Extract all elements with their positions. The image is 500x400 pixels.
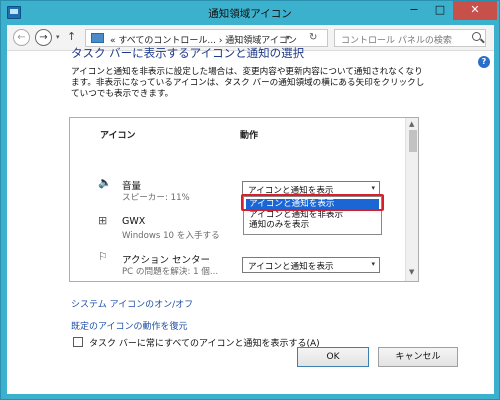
history-dropdown-icon[interactable]: ▾ <box>56 33 60 41</box>
list-item-sub: PC の問題を解決: 1 個... <box>122 267 219 277</box>
search-box[interactable]: コントロール パネルの検索 <box>334 29 486 47</box>
maximize-button[interactable]: □ <box>427 1 453 20</box>
page-title: タスク バーに表示するアイコンと通知の選択 <box>71 46 305 60</box>
chevron-down-icon: ▾ <box>371 184 375 192</box>
always-show-label[interactable]: タスク バーに常にすべてのアイコンと通知を表示する(A) <box>89 336 320 349</box>
restore-default-link[interactable]: 既定のアイコンの動作を復元 <box>71 319 188 332</box>
search-input[interactable]: コントロール パネルの検索 <box>341 33 452 46</box>
list-item-sub: Windows 10 を入手する <box>122 231 220 241</box>
window: 通知領域アイコン − □ ✕ ← → ▾ ↑ « すべてのコントロール... ›… <box>0 0 500 400</box>
behavior-select-value: アイコンと通知を表示 <box>248 262 334 272</box>
flag-icon: ⚐ <box>98 250 108 263</box>
windows-icon: ⊞ <box>98 214 108 227</box>
close-button[interactable]: ✕ <box>453 1 497 20</box>
help-icon[interactable]: ? <box>478 56 490 68</box>
dropdown-option-notifications-only[interactable]: 通知のみを表示 <box>246 220 379 231</box>
list-item-name: GWX <box>122 216 146 227</box>
scroll-thumb[interactable] <box>409 130 417 152</box>
minimize-button[interactable]: − <box>401 1 427 20</box>
forward-arrow-icon[interactable]: → <box>35 29 52 46</box>
cancel-button[interactable]: キャンセル <box>378 347 458 367</box>
title-bar[interactable]: 通知領域アイコン − □ ✕ <box>1 1 499 25</box>
behavior-select[interactable]: アイコンと通知を表示 ▾ <box>242 257 380 273</box>
address-dropdown-icon[interactable]: ▾ <box>286 33 290 42</box>
search-icon[interactable] <box>472 32 481 41</box>
control-panel-address-icon <box>91 33 104 43</box>
list-item-name: アクション センター <box>122 255 211 266</box>
chevron-down-icon: ▾ <box>371 260 375 268</box>
scroll-up-icon[interactable]: ▲ <box>409 120 414 128</box>
vertical-scrollbar[interactable]: ▲ ▼ <box>405 118 418 281</box>
system-icons-link[interactable]: システム アイコンのオン/オフ <box>71 297 193 310</box>
highlight-annotation <box>241 194 384 211</box>
back-arrow-icon[interactable]: ← <box>13 29 30 46</box>
up-arrow-icon[interactable]: ↑ <box>67 30 76 43</box>
column-header-action: 動作 <box>240 131 259 141</box>
always-show-checkbox[interactable] <box>73 337 83 347</box>
page-description: アイコンと通知を非表示に設定した場合は、変更内容や更新内容について通知されなくな… <box>71 67 425 99</box>
column-header-icon: アイコン <box>100 131 136 141</box>
ok-button[interactable]: OK <box>297 347 369 367</box>
refresh-icon[interactable]: ↻ <box>309 32 317 43</box>
speaker-icon: 🔈 <box>98 176 112 189</box>
list-item-name: 音量 <box>122 181 142 192</box>
scroll-down-icon[interactable]: ▼ <box>409 268 414 276</box>
list-item-sub: スピーカー: 11% <box>122 193 190 203</box>
